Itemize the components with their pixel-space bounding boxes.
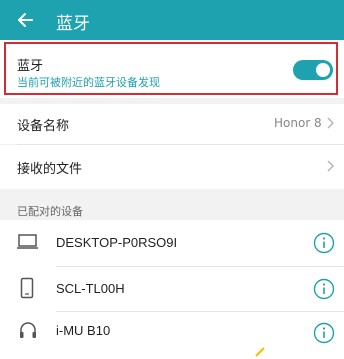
phone-icon [20,277,34,299]
paired-device-name: i-MU B10 [56,323,111,338]
switch-knob [316,63,330,77]
bluetooth-switch[interactable] [293,60,333,80]
paired-device-name: DESKTOP-P0RSO9I [56,235,178,250]
headset-icon [20,322,36,338]
info-icon[interactable] [313,322,335,344]
paired-device-row[interactable] [0,267,344,311]
chevron-right-icon [327,160,334,172]
device-name-value: Honor 8 [274,116,322,130]
back-button[interactable] [12,7,38,33]
paired-device-row[interactable] [0,312,344,359]
page-title: 蓝牙 [56,14,90,34]
received-files-label: 接收的文件 [17,162,83,177]
laptop-icon [17,234,38,249]
paired-devices-header: 已配对的设备 [17,205,83,218]
chevron-right-icon [327,117,334,129]
bluetooth-label: 蓝牙 [17,59,44,74]
arrow-left-icon [18,13,33,27]
app-bar: 蓝牙 [0,0,344,40]
info-icon[interactable] [313,278,335,300]
device-name-label: 设备名称 [17,119,70,134]
info-icon[interactable] [313,232,335,254]
decorative-mark [255,347,265,357]
paired-device-name: SCL-TL00H [56,281,125,296]
bluetooth-visibility-text: 当前可被附近的蓝牙设备发现 [17,76,160,89]
